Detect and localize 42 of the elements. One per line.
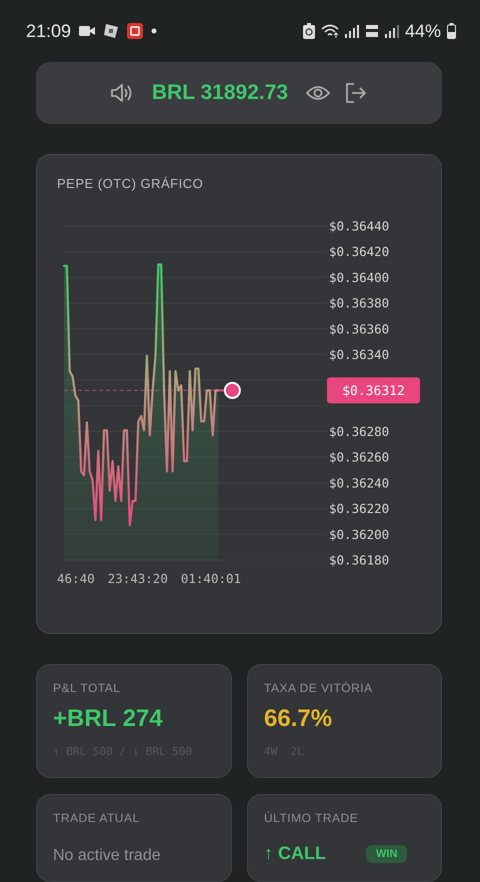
logout-icon[interactable]: [344, 82, 368, 104]
current-price-dot: [218, 382, 241, 399]
app-icon: [103, 23, 120, 39]
y-axis-label: $0.36360: [329, 321, 390, 336]
battery-saver-icon: [302, 23, 315, 39]
stat-label: P&L TOTAL: [53, 681, 120, 695]
camera-icon: [79, 26, 96, 36]
y-axis-label: $0.36400: [329, 270, 390, 285]
wifi-icon: [320, 24, 339, 38]
y-axis-label: $0.36420: [329, 244, 390, 260]
battery-icon: [447, 23, 456, 39]
y-axis-label: $0.36380: [329, 296, 390, 311]
battery-percentage: 44%: [404, 20, 441, 42]
app-icon: [127, 23, 144, 39]
x-axis-label: 23:43:20: [108, 571, 168, 586]
y-axis-label: $0.36240: [329, 475, 390, 490]
y-axis-label: $0.36280: [329, 424, 390, 440]
trade-direction: ↑ CALL: [264, 843, 326, 864]
result-badge: WIN: [366, 844, 408, 862]
speaker-icon[interactable]: [110, 82, 134, 104]
chart-title: PEPE (OTC) GRÁFICO: [57, 176, 204, 191]
x-axis-label: 01:40:01: [180, 571, 242, 586]
notification-dot-icon: [151, 28, 158, 34]
stat-label: TRADE ATUAL: [53, 811, 140, 825]
balance-amount: BRL 31892.73: [152, 81, 288, 105]
y-axis-label: $0.36200: [329, 526, 390, 542]
y-axis-label: $0.36260: [329, 450, 390, 465]
y-axis-label: $0.36440: [329, 218, 390, 234]
price-tag: $0.36312: [327, 377, 420, 404]
stat-label: ÚLTIMO TRADE: [264, 811, 358, 825]
y-axis-label: $0.36340: [329, 346, 390, 362]
stat-value: +BRL 274: [53, 705, 163, 733]
stat-value: 66.7%: [264, 705, 332, 733]
stat-label: TAXA DE VITÓRIA: [264, 681, 373, 695]
x-axis-label: 46:40: [57, 571, 95, 586]
empty-message: No active trade: [53, 847, 161, 865]
eye-icon[interactable]: [306, 84, 330, 102]
y-axis-label: $0.36180: [329, 552, 390, 568]
clock-time: 21:09: [26, 20, 72, 42]
signal-icon: [384, 24, 399, 38]
y-axis-label: $0.36220: [329, 501, 390, 516]
signal-icon: [344, 24, 359, 38]
